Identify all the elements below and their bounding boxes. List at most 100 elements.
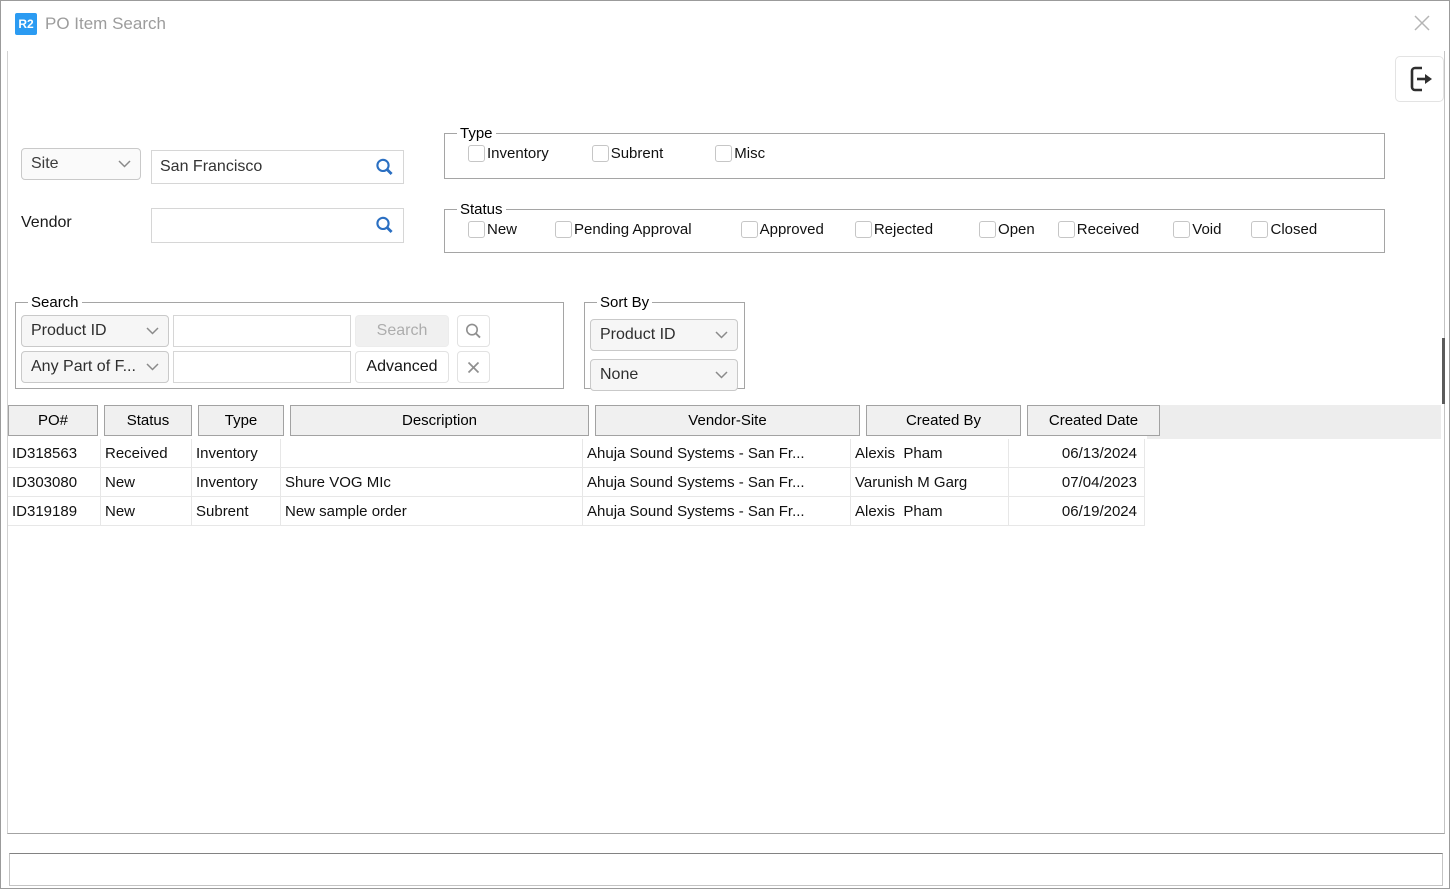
- po-results-table: ID318563 Received Inventory Ahuja Sound …: [8, 439, 1145, 526]
- checkbox-box[interactable]: [855, 221, 872, 238]
- checkbox-label: Approved: [760, 221, 824, 238]
- table-row[interactable]: ID318563 Received Inventory Ahuja Sound …: [8, 439, 1145, 468]
- window-title: PO Item Search: [45, 14, 166, 34]
- site-select[interactable]: Site: [21, 148, 141, 180]
- checkbox-label: Inventory: [487, 145, 549, 162]
- column-header-created-date[interactable]: Created Date: [1027, 405, 1160, 436]
- cell-created-date: 06/13/2024: [1009, 439, 1145, 467]
- sort-secondary-select[interactable]: None: [590, 359, 738, 391]
- column-header-status[interactable]: Status: [104, 405, 192, 436]
- search-button[interactable]: Search: [355, 315, 449, 347]
- cell-status: New: [101, 497, 192, 525]
- cell-vendor-site: Ahuja Sound Systems - San Fr...: [583, 468, 851, 496]
- cell-description: Shure VOG MIc: [281, 468, 583, 496]
- sort-by-group: Sort By Product ID None: [584, 294, 745, 389]
- checkbox-rejected[interactable]: Rejected: [855, 221, 933, 238]
- checkbox-box[interactable]: [741, 221, 758, 238]
- search-lookup-button[interactable]: [457, 315, 490, 347]
- sort-by-legend: Sort By: [597, 294, 652, 311]
- site-select-value: Site: [31, 155, 59, 173]
- status-bar: [9, 853, 1443, 886]
- vendor-search-input[interactable]: [152, 209, 374, 242]
- table-row[interactable]: ID303080 New Inventory Shure VOG MIc Ahu…: [8, 468, 1145, 497]
- search-group: Search Product ID Search Any Part of F..…: [15, 294, 564, 389]
- checkbox-box[interactable]: [1251, 221, 1268, 238]
- search-match-select[interactable]: Any Part of F...: [21, 351, 169, 383]
- checkbox-open[interactable]: Open: [979, 221, 1035, 238]
- checkbox-label: New: [487, 221, 517, 238]
- column-header-description[interactable]: Description: [290, 405, 589, 436]
- column-header-po[interactable]: PO#: [8, 405, 98, 436]
- po-item-search-window: R2 PO Item Search Site Vendor: [0, 0, 1450, 889]
- column-header-type[interactable]: Type: [198, 405, 284, 436]
- close-icon: [1413, 14, 1431, 32]
- advanced-button[interactable]: Advanced: [355, 351, 449, 383]
- checkbox-box[interactable]: [468, 145, 485, 162]
- search-icon[interactable]: [374, 157, 395, 178]
- checkbox-label: Misc: [734, 145, 765, 162]
- clear-search-button[interactable]: [457, 351, 490, 383]
- exit-button[interactable]: [1395, 56, 1444, 102]
- x-icon: [467, 361, 480, 374]
- checkbox-label: Rejected: [874, 221, 933, 238]
- checkbox-box[interactable]: [715, 145, 732, 162]
- site-search-field: [151, 150, 404, 184]
- checkbox-box[interactable]: [592, 145, 609, 162]
- table-row[interactable]: ID319189 New Subrent New sample order Ah…: [8, 497, 1145, 526]
- checkbox-label: Pending Approval: [574, 221, 692, 238]
- checkbox-label: Subrent: [611, 145, 664, 162]
- table-header-row: PO# Status Type Description Vendor-Site …: [8, 405, 1163, 439]
- checkbox-new[interactable]: New: [468, 221, 517, 238]
- checkbox-box[interactable]: [555, 221, 572, 238]
- cell-description: [281, 439, 583, 467]
- cell-vendor-site: Ahuja Sound Systems - San Fr...: [583, 497, 851, 525]
- checkbox-box[interactable]: [1058, 221, 1075, 238]
- vendor-label: Vendor: [21, 214, 72, 232]
- status-legend: Status: [457, 201, 506, 218]
- checkbox-box[interactable]: [979, 221, 996, 238]
- cell-status: New: [101, 468, 192, 496]
- search-icon[interactable]: [374, 215, 395, 236]
- checkbox-inventory[interactable]: Inventory: [468, 145, 549, 162]
- sort-secondary-value: None: [600, 366, 638, 384]
- search-field-select[interactable]: Product ID: [21, 315, 169, 347]
- cell-type: Inventory: [192, 439, 281, 467]
- cell-po-number: ID319189: [8, 497, 101, 525]
- cell-type: Inventory: [192, 468, 281, 496]
- checkbox-void[interactable]: Void: [1173, 221, 1221, 238]
- scrollbar-thumb[interactable]: [1442, 338, 1445, 404]
- exit-icon: [1405, 63, 1435, 95]
- chevron-down-icon: [146, 363, 159, 371]
- type-filter-group: Type Inventory Subrent Misc: [444, 125, 1385, 179]
- checkbox-pending-approval[interactable]: Pending Approval: [555, 221, 692, 238]
- close-button[interactable]: [1407, 8, 1437, 38]
- cell-type: Subrent: [192, 497, 281, 525]
- search-field-select-value: Product ID: [31, 322, 107, 340]
- checkbox-received[interactable]: Received: [1058, 221, 1140, 238]
- column-header-vendor-site[interactable]: Vendor-Site: [595, 405, 860, 436]
- cell-created-by: Varunish M Garg: [851, 468, 1009, 496]
- checkbox-misc[interactable]: Misc: [715, 145, 765, 162]
- column-header-created-by[interactable]: Created By: [866, 405, 1021, 436]
- table-header-filler: [1147, 405, 1441, 439]
- cell-description: New sample order: [281, 497, 583, 525]
- search-match-select-value: Any Part of F...: [31, 358, 136, 376]
- cell-created-by: Alexis Pham: [851, 439, 1009, 467]
- cell-po-number: ID303080: [8, 468, 101, 496]
- checkbox-subrent[interactable]: Subrent: [592, 145, 664, 162]
- cell-po-number: ID318563: [8, 439, 101, 467]
- checkbox-box[interactable]: [1173, 221, 1190, 238]
- checkbox-approved[interactable]: Approved: [741, 221, 824, 238]
- cell-created-date: 07/04/2023: [1009, 468, 1145, 496]
- sort-primary-select[interactable]: Product ID: [590, 319, 738, 351]
- r2-logo: R2: [15, 13, 37, 35]
- status-filter-group: Status New Pending Approval Approved Rej…: [444, 201, 1385, 253]
- checkbox-closed[interactable]: Closed: [1251, 221, 1317, 238]
- chevron-down-icon: [146, 327, 159, 335]
- chevron-down-icon: [118, 160, 131, 168]
- checkbox-box[interactable]: [468, 221, 485, 238]
- site-search-input[interactable]: [152, 151, 374, 183]
- checkbox-label: Void: [1192, 221, 1221, 238]
- search-query2-field: [173, 351, 351, 383]
- search-query-field: [173, 315, 351, 347]
